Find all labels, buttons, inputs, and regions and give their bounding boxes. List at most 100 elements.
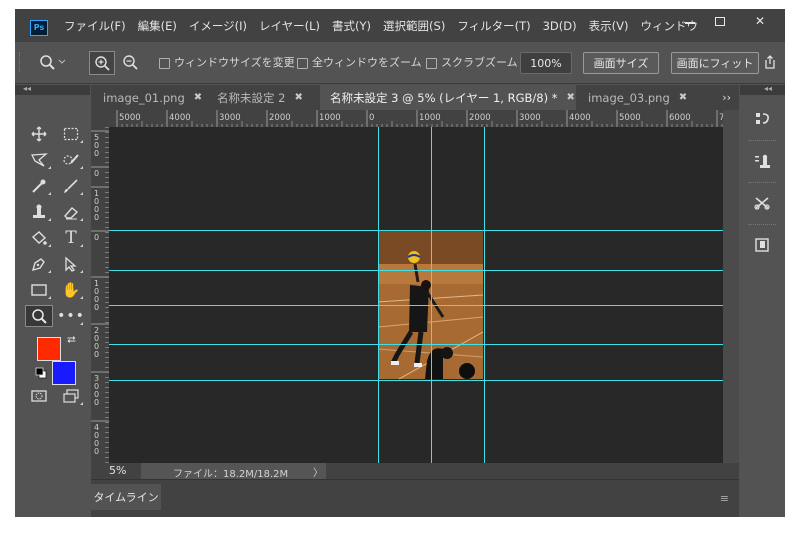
ruler-origin[interactable] — [91, 110, 109, 127]
tab-close-icon[interactable]: ✖ — [294, 92, 302, 103]
menu-layer[interactable]: レイヤー(L) — [259, 18, 320, 34]
tool-presets-icon — [754, 197, 770, 210]
zoom-level[interactable]: 5% — [109, 464, 126, 477]
stamp-tool[interactable] — [25, 201, 53, 223]
menu-edit[interactable]: 編集(E) — [138, 18, 177, 34]
zoom-in-icon — [95, 56, 110, 71]
vertical-ruler[interactable]: 5000100001000200030004000 — [91, 127, 109, 463]
type-tool[interactable]: T — [57, 227, 85, 249]
tab-close-icon[interactable]: ✖ — [679, 92, 687, 103]
maximize-button[interactable] — [705, 9, 735, 33]
document-canvas[interactable] — [109, 127, 723, 463]
zoom-out-icon — [123, 55, 138, 70]
ruler-label: 6000 — [669, 113, 691, 123]
menu-filter[interactable]: フィルター(T) — [457, 18, 530, 34]
file-size-info: ファイル：18.2M/18.2M — [173, 469, 289, 480]
pen-tool[interactable] — [25, 253, 53, 275]
status-bar: 5% ファイル：18.2M/18.2M 〉 — [91, 463, 739, 480]
ruler-label: 0 — [94, 350, 99, 359]
lasso-tool[interactable] — [25, 149, 53, 171]
eraser-tool[interactable] — [57, 201, 85, 223]
fit-screen-button[interactable]: 画面にフィット — [671, 52, 759, 74]
ruler-label: 0 — [94, 169, 99, 178]
zoom-out-button[interactable] — [119, 51, 141, 73]
menu-select[interactable]: 選択範囲(S) — [383, 18, 445, 34]
toolbar: T ✋ ••• ⮂ — [15, 95, 90, 517]
menu-image[interactable]: イメージ(I) — [189, 18, 247, 34]
rectangle-icon — [31, 284, 47, 296]
more-tools[interactable]: ••• — [57, 305, 85, 327]
background-color-swatch[interactable] — [52, 361, 76, 385]
zoom-tool[interactable] — [25, 305, 53, 327]
minimize-button[interactable] — [675, 9, 705, 33]
tool-preset-picker[interactable] — [33, 51, 73, 73]
libraries-icon — [755, 238, 769, 252]
quick-select-icon — [63, 154, 79, 165]
hand-tool[interactable]: ✋ — [57, 279, 85, 301]
menu-type[interactable]: 書式(Y) — [332, 18, 371, 34]
brush-tool[interactable] — [57, 175, 85, 197]
timeline-tab[interactable]: タイムライン — [91, 484, 161, 510]
tab-label: 名称未設定 2 — [217, 90, 286, 105]
path-select-icon — [65, 256, 77, 272]
menu-file[interactable]: ファイル(F) — [64, 18, 126, 34]
status-menu-arrow[interactable]: 〉 — [313, 464, 323, 479]
window-controls: ✕ — [675, 9, 785, 39]
main-menu: ファイル(F) 編集(E) イメージ(I) レイヤー(L) 書式(Y) 選択範囲… — [64, 9, 710, 42]
shape-tool[interactable] — [25, 279, 53, 301]
share-button[interactable] — [761, 51, 779, 73]
marquee-tool[interactable] — [57, 123, 85, 145]
clone-source-panel-button[interactable] — [743, 147, 781, 175]
foreground-color-swatch[interactable] — [37, 337, 61, 361]
scrubby-zoom-label: スクラブズーム — [441, 56, 518, 69]
tab-image-03[interactable]: image_03.png ✖ — [576, 85, 691, 110]
tab-image-01[interactable]: image_01.png ✖ — [91, 85, 206, 110]
quick-select-tool[interactable] — [57, 149, 85, 171]
ruler-label: 1000 — [419, 113, 441, 123]
ruler-label: 0 — [94, 233, 99, 242]
zoom-all-windows-checkbox[interactable] — [297, 58, 308, 69]
screen-mode-icon — [63, 389, 79, 403]
tab-untitled-2[interactable]: 名称未設定 2 ✖ — [206, 85, 320, 110]
menubar: Ps ファイル(F) 編集(E) イメージ(I) レイヤー(L) 書式(Y) 選… — [15, 9, 785, 42]
quick-mask-button[interactable] — [25, 385, 53, 407]
ruler-label: 5000 — [119, 113, 141, 123]
paint-bucket-icon — [31, 231, 47, 245]
default-colors-icon[interactable] — [35, 367, 47, 382]
screen-mode-button[interactable] — [57, 385, 85, 407]
libraries-panel-button[interactable] — [743, 231, 781, 259]
tab-untitled-3[interactable]: 名称未設定 3 @ 5% (レイヤー 1, RGB/8) * ✖ — [320, 85, 576, 110]
resize-windows-checkbox[interactable] — [159, 58, 170, 69]
zoom-in-button[interactable] — [89, 51, 115, 75]
actual-size-button[interactable]: 画面サイズ — [583, 52, 659, 74]
eyedropper-tool[interactable] — [25, 175, 53, 197]
more-tabs-icon[interactable]: ›› — [722, 85, 731, 110]
zoom-value-field[interactable]: 100% — [520, 52, 572, 74]
collapse-dock-icon[interactable]: ◂◂ — [764, 84, 772, 93]
vertical-scrollbar[interactable] — [723, 110, 739, 463]
paint-bucket-tool[interactable] — [25, 227, 53, 249]
swap-colors-icon[interactable]: ⮂ — [67, 333, 76, 347]
tab-close-icon[interactable]: ✖ — [194, 92, 202, 103]
tab-close-icon[interactable]: ✖ — [566, 92, 574, 103]
vertical-ruler-ticks: 5000100001000200030004000 — [91, 127, 109, 463]
history-panel-button[interactable] — [743, 105, 781, 133]
scrubby-zoom-checkbox[interactable] — [426, 58, 437, 69]
brush-icon — [64, 179, 78, 193]
tab-label: image_01.png — [103, 90, 185, 105]
tab-label: 名称未設定 3 @ 5% (レイヤー 1, RGB/8) * — [330, 90, 558, 105]
horizontal-ruler[interactable]: 5000 4000 3000 2000 1000 0 1000 2000 3000 4000 500… — [109, 110, 723, 127]
tool-presets-panel-button[interactable] — [743, 189, 781, 217]
move-tool[interactable] — [25, 123, 53, 145]
collapse-toolbar-icon[interactable]: ◂◂ — [23, 84, 31, 93]
resize-windows-label: ウィンドウサイズを変更 — [174, 56, 295, 69]
close-button[interactable]: ✕ — [735, 9, 785, 33]
path-select-tool[interactable] — [57, 253, 85, 275]
pen-icon — [31, 258, 45, 272]
panel-menu-icon[interactable]: ≡ — [720, 492, 729, 505]
type-icon: T — [65, 228, 77, 248]
menu-3d[interactable]: 3D(D) — [543, 19, 577, 33]
ruler-label: 4000 — [169, 113, 191, 123]
menu-view[interactable]: 表示(V) — [589, 18, 629, 34]
ruler-label: 4000 — [569, 113, 591, 123]
